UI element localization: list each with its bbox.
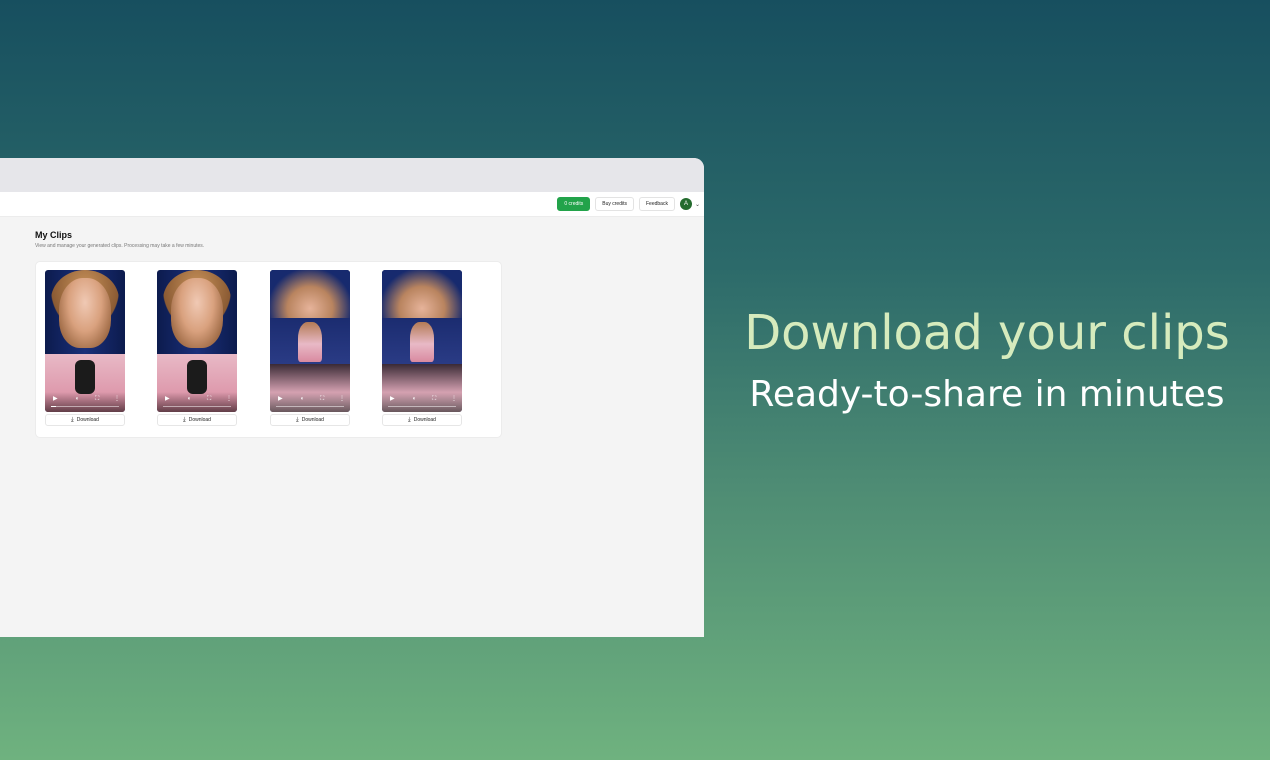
more-icon[interactable]: ⋮	[339, 396, 345, 402]
chevron-down-icon[interactable]: ⌄	[695, 201, 700, 208]
promo-headline: Download your clips	[744, 305, 1230, 361]
progress-bar[interactable]	[276, 406, 344, 407]
download-icon: ⤓	[296, 416, 299, 423]
download-button[interactable]: ⤓ Download	[382, 414, 462, 426]
app-header: 0 credits Buy credits Feedback A ⌄	[0, 192, 704, 217]
download-label: Download	[76, 417, 99, 423]
feedback-button[interactable]: Feedback	[639, 197, 675, 211]
video-frame-face	[171, 278, 223, 348]
video-player[interactable]: ▶ ◖ ⛶ ⋮	[157, 270, 237, 412]
clip-card: ▶ ◖ ⛶ ⋮ ⤓ Download	[45, 270, 125, 426]
play-icon[interactable]: ▶	[53, 396, 58, 402]
volume-icon[interactable]: ◖	[187, 396, 191, 402]
avatar[interactable]: A	[679, 198, 692, 210]
clip-card: ▶ ◖ ⛶ ⋮ ⤓ Download	[157, 270, 237, 426]
page-subtitle: View and manage your generated clips. Pr…	[35, 243, 205, 249]
video-frame-face	[59, 278, 111, 348]
fullscreen-icon[interactable]: ⛶	[207, 396, 211, 402]
video-player[interactable]: ▶ ◖ ⛶ ⋮	[270, 270, 350, 412]
download-icon: ⤓	[71, 416, 74, 423]
more-icon[interactable]: ⋮	[226, 396, 232, 402]
progress-bar[interactable]	[388, 406, 456, 407]
clip-card: ▶ ◖ ⛶ ⋮ ⤓ Download	[270, 270, 350, 426]
promo-subline: Ready-to-share in minutes	[749, 374, 1225, 415]
download-icon: ⤓	[408, 416, 411, 423]
fullscreen-icon[interactable]: ⛶	[432, 396, 436, 402]
video-frame-microphone	[187, 360, 207, 394]
more-icon[interactable]: ⋮	[451, 396, 457, 402]
page-title: My Clips	[35, 230, 73, 240]
volume-icon[interactable]: ◖	[75, 396, 79, 402]
play-icon[interactable]: ▶	[390, 396, 395, 402]
browser-toolbar	[0, 158, 704, 192]
fullscreen-icon[interactable]: ⛶	[320, 396, 324, 402]
download-button[interactable]: ⤓ Download	[157, 414, 237, 426]
more-icon[interactable]: ⋮	[114, 396, 120, 402]
download-label: Download	[301, 417, 324, 423]
video-controls: ▶ ◖ ⛶ ⋮	[270, 392, 350, 412]
play-icon[interactable]: ▶	[165, 396, 170, 402]
video-frame-person	[410, 322, 434, 362]
video-player[interactable]: ▶ ◖ ⛶ ⋮	[382, 270, 462, 412]
download-icon: ⤓	[183, 416, 186, 423]
browser-window: 0 credits Buy credits Feedback A ⌄ My Cl…	[0, 158, 704, 637]
video-player[interactable]: ▶ ◖ ⛶ ⋮	[45, 270, 125, 412]
video-controls: ▶ ◖ ⛶ ⋮	[45, 392, 125, 412]
main-content: My Clips View and manage your generated …	[0, 217, 704, 438]
progress-bar[interactable]	[51, 406, 119, 407]
buy-credits-button[interactable]: Buy credits	[595, 197, 634, 211]
progress-bar[interactable]	[163, 406, 231, 407]
fullscreen-icon[interactable]: ⛶	[95, 396, 99, 402]
video-frame-person	[298, 322, 322, 362]
download-label: Download	[413, 417, 436, 423]
clip-card: ▶ ◖ ⛶ ⋮ ⤓ Download	[382, 270, 462, 426]
video-frame-closeup	[382, 270, 462, 318]
video-frame-closeup	[270, 270, 350, 318]
video-frame-microphone	[75, 360, 95, 394]
video-controls: ▶ ◖ ⛶ ⋮	[382, 392, 462, 412]
volume-icon[interactable]: ◖	[300, 396, 304, 402]
video-controls: ▶ ◖ ⛶ ⋮	[157, 392, 237, 412]
volume-icon[interactable]: ◖	[412, 396, 416, 402]
clips-grid: ▶ ◖ ⛶ ⋮ ⤓ Download ▶ ◖ ⛶ ⋮ ⤓ Download ▶ …	[35, 261, 502, 438]
download-button[interactable]: ⤓ Download	[45, 414, 125, 426]
play-icon[interactable]: ▶	[278, 396, 283, 402]
progress-fill	[51, 406, 57, 407]
download-button[interactable]: ⤓ Download	[270, 414, 350, 426]
download-label: Download	[188, 417, 211, 423]
credits-button[interactable]: 0 credits	[557, 197, 591, 211]
